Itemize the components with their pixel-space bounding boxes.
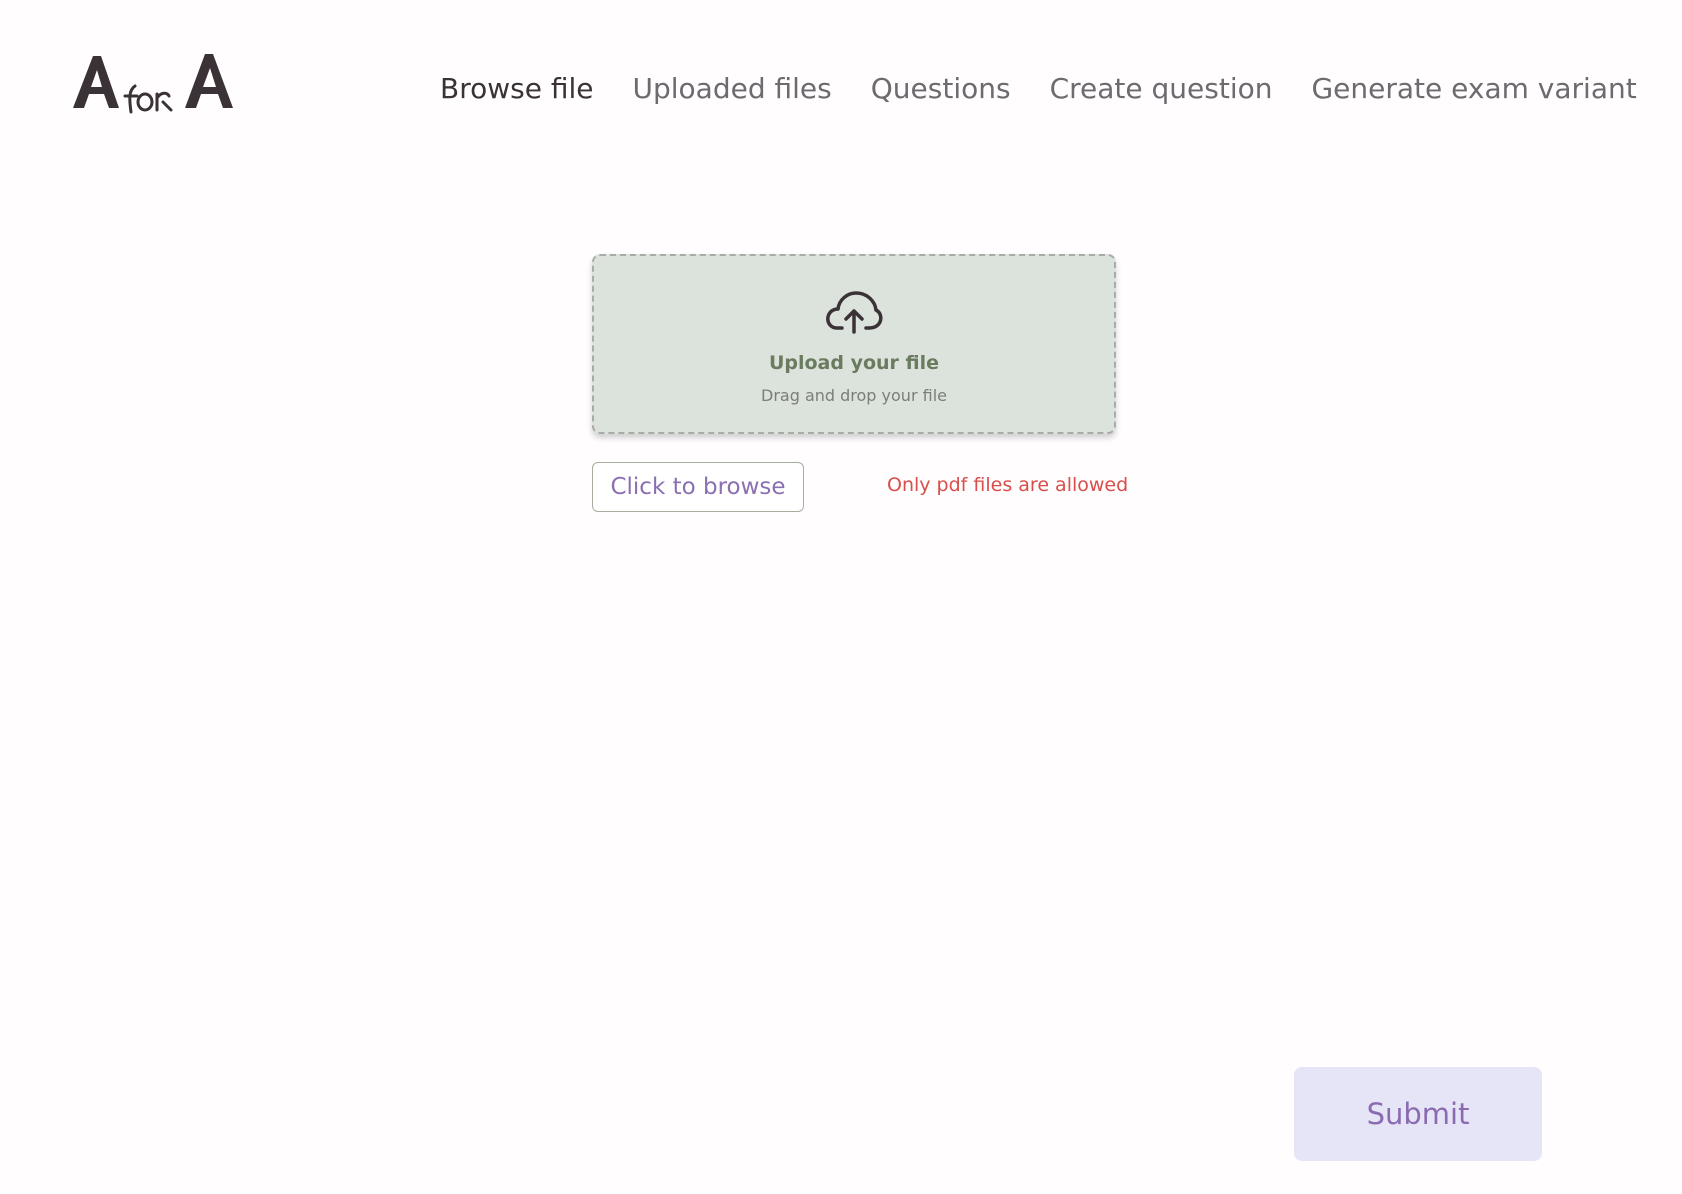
brand-logo[interactable] <box>73 50 235 118</box>
dropzone-subtitle: Drag and drop your file <box>761 386 947 405</box>
file-dropzone[interactable]: Upload your file Drag and drop your file <box>592 254 1116 434</box>
file-type-error: Only pdf files are allowed <box>887 474 1129 496</box>
a-for-a-logo <box>73 54 233 114</box>
dropzone-title: Upload your file <box>768 352 940 374</box>
nav-create-question[interactable]: Create question <box>1050 72 1273 105</box>
submit-button[interactable]: Submit <box>1294 1067 1542 1161</box>
main-nav: Browse file Uploaded files Questions Cre… <box>440 66 1637 110</box>
click-to-browse-button[interactable]: Click to browse <box>592 462 804 512</box>
nav-questions[interactable]: Questions <box>871 72 1011 105</box>
nav-generate-exam-variant[interactable]: Generate exam variant <box>1311 72 1636 105</box>
cloud-upload-icon <box>825 290 883 334</box>
nav-browse-file[interactable]: Browse file <box>440 72 594 105</box>
nav-uploaded-files[interactable]: Uploaded files <box>633 72 832 105</box>
